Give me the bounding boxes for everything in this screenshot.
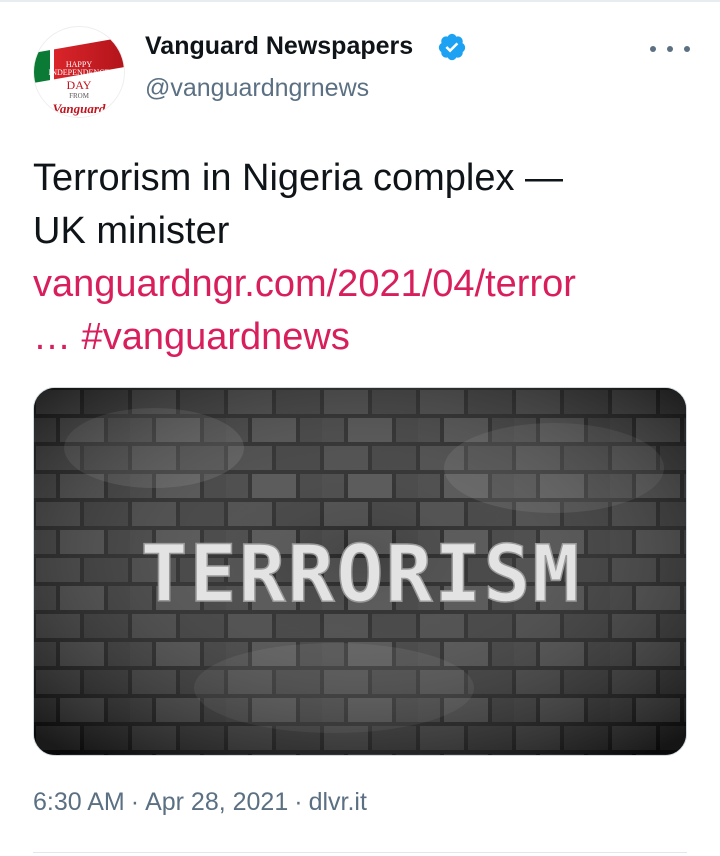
meta-separator: · bbox=[294, 788, 303, 816]
dot bbox=[650, 46, 656, 52]
verified-badge-icon bbox=[438, 33, 466, 61]
bottom-divider bbox=[33, 852, 687, 853]
tweet-source[interactable]: dlvr.it bbox=[309, 788, 367, 816]
avatar-text-independence: INDEPENDENCE bbox=[48, 68, 110, 77]
tweet-date[interactable]: Apr 28, 2021 bbox=[145, 788, 288, 816]
brick-wall-image: TERRORISM bbox=[34, 388, 686, 755]
tweet-meta: 6:30 AM · Apr 28, 2021 · dlvr.it bbox=[33, 788, 367, 817]
avatar-text-day: DAY bbox=[66, 78, 92, 92]
top-divider bbox=[0, 0, 720, 2]
more-dots-icon[interactable] bbox=[650, 36, 690, 62]
handle[interactable]: @vanguardngrnews bbox=[145, 74, 369, 103]
dot bbox=[684, 46, 690, 52]
tweet-text-line: UK minister bbox=[33, 210, 230, 252]
tweet-text-line: Terrorism in Nigeria complex — bbox=[33, 157, 564, 199]
avatar[interactable]: HAPPY INDEPENDENCE DAY FROM Vanguard bbox=[33, 26, 125, 118]
avatar-text-from: FROM bbox=[69, 92, 89, 100]
meta-separator: · bbox=[130, 788, 140, 816]
avatar-brand: Vanguard bbox=[52, 101, 106, 116]
tweet-image[interactable]: TERRORISM bbox=[33, 387, 687, 756]
tweet-text: Terrorism in Nigeria complex — UK minist… bbox=[33, 152, 693, 364]
tweet-link[interactable]: vanguardngr.com/2021/04/terror bbox=[33, 258, 693, 311]
hashtag-link[interactable]: … #vanguardnews bbox=[33, 311, 693, 364]
tweet-time[interactable]: 6:30 AM bbox=[33, 788, 125, 816]
terrorism-stencil-text: TERRORISM bbox=[141, 530, 582, 620]
dot bbox=[667, 46, 673, 52]
display-name[interactable]: Vanguard Newspapers bbox=[145, 32, 413, 61]
